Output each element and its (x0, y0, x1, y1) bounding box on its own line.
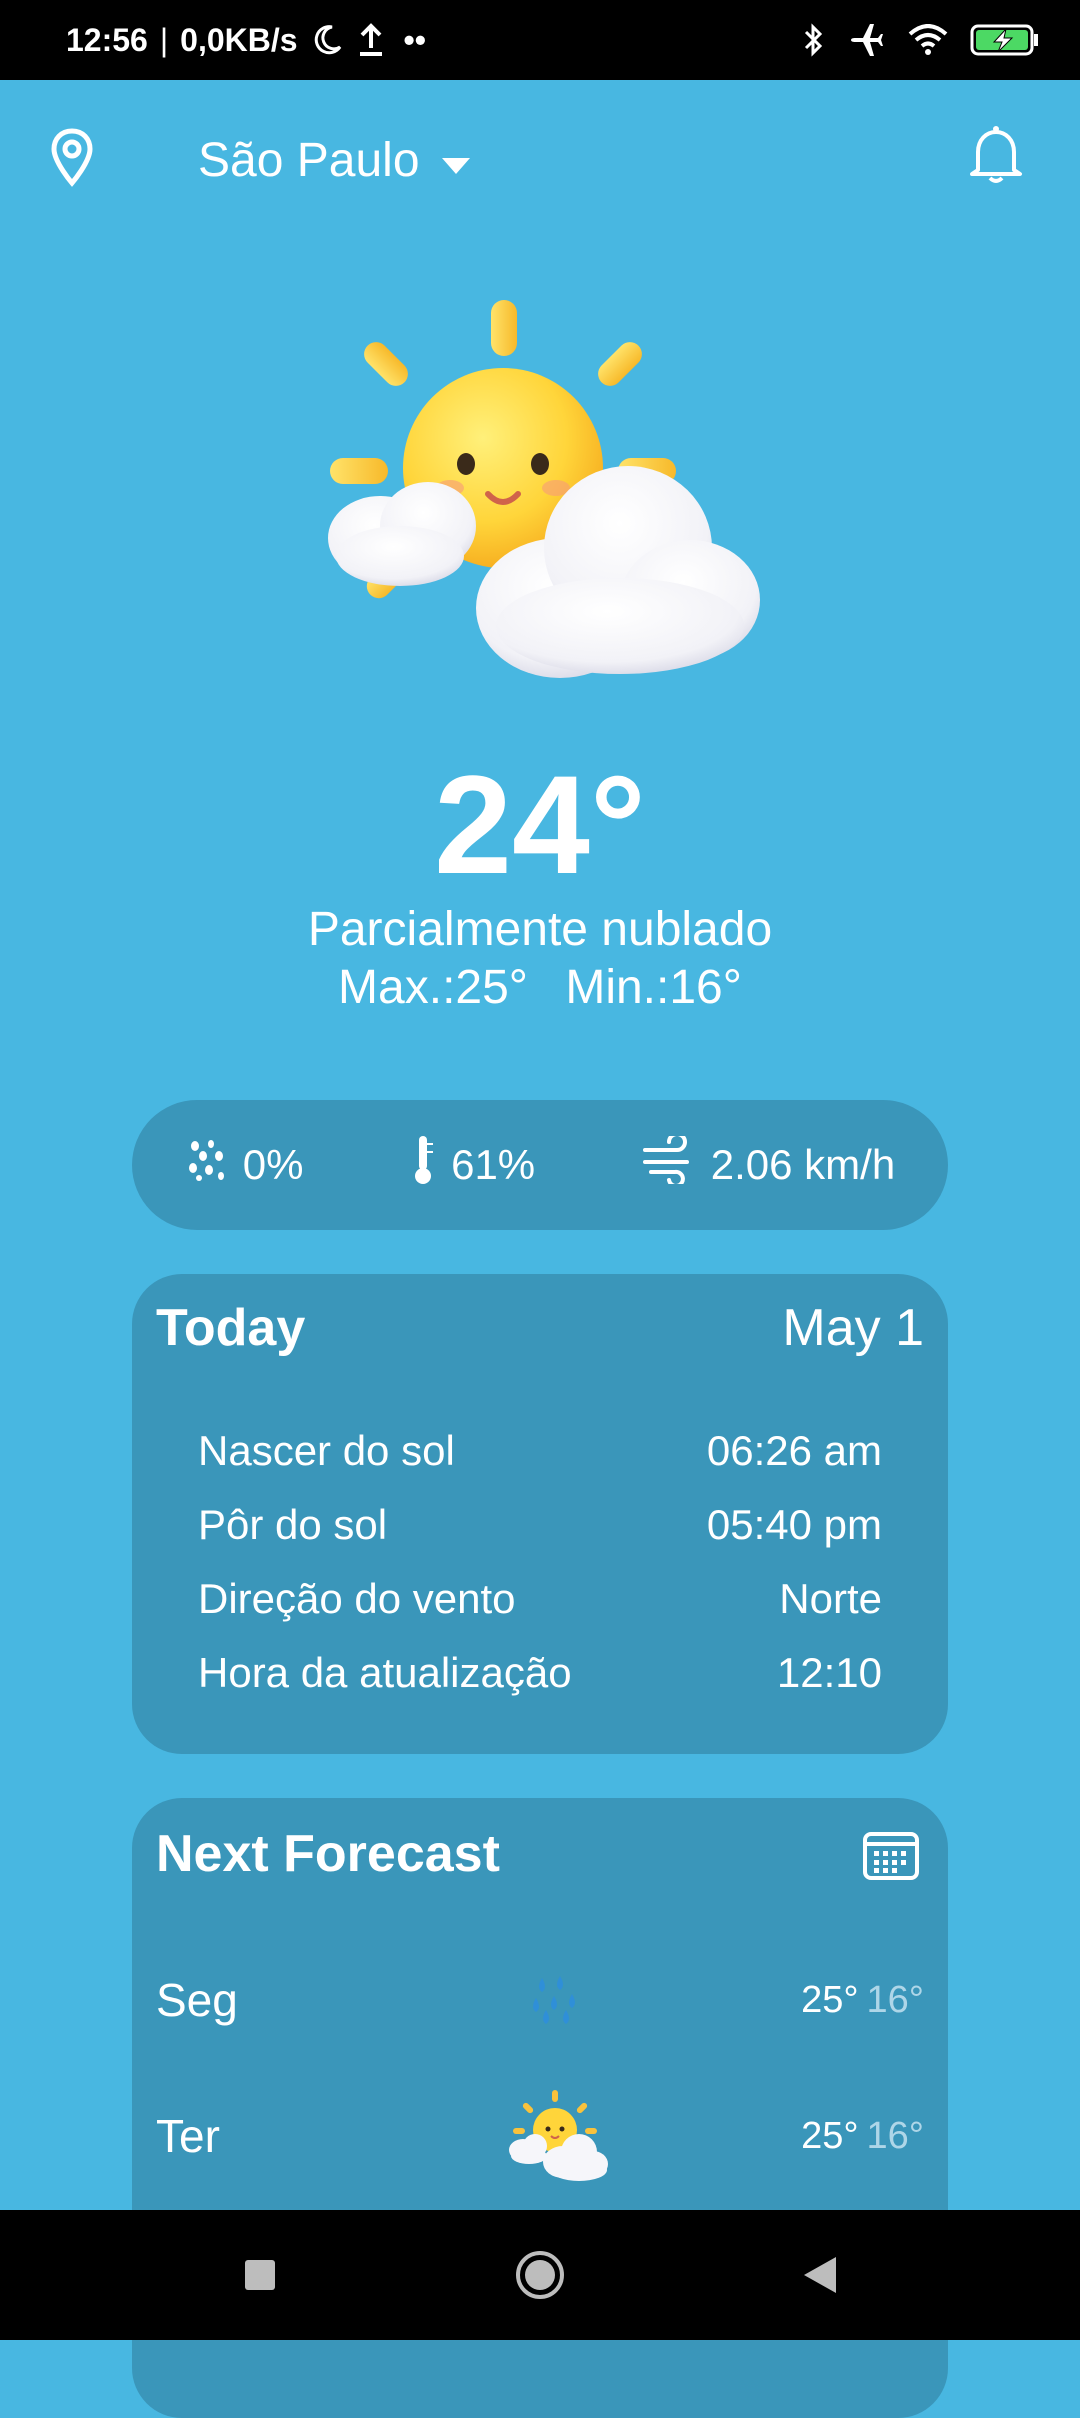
weather-condition: Parcialmente nublado (307, 903, 773, 956)
airplane-icon (848, 21, 886, 59)
min-max-temperature: Max.:25° Min.:16° (0, 958, 1080, 1018)
wind-value: 2.06 km/h (710, 1141, 896, 1188)
forecast-min: 16° (866, 2114, 924, 2157)
update-time-label: Hora da atualização (198, 1649, 572, 1696)
city-selector[interactable]: São Paulo (198, 120, 472, 200)
current-temperature: 24° (434, 746, 646, 903)
wind-direction-value: Norte (779, 1575, 882, 1622)
status-separator: | (159, 21, 169, 58)
forecast-row[interactable]: Seg 25° 16° (156, 1950, 924, 2050)
moon-icon (310, 23, 344, 57)
home-button[interactable] (510, 2245, 570, 2305)
rain-icon (185, 1138, 229, 1192)
humidity-stat: 61% (409, 1134, 535, 1196)
forecast-day: Ter (156, 2110, 220, 2162)
precipitation-value: 0% (242, 1141, 304, 1188)
city-name: São Paulo (198, 133, 420, 187)
wind-direction-row: Direção do vento Norte (198, 1562, 882, 1636)
dropdown-arrow-icon (440, 133, 472, 188)
wind-stat: 2.06 km/h (641, 1132, 896, 1194)
upload-icon (356, 22, 386, 58)
forecast-title: Next Forecast (156, 1825, 500, 1883)
status-dots: •• (403, 21, 426, 58)
forecast-temps: 25° 16° (656, 1979, 924, 2022)
recents-button[interactable] (230, 2245, 290, 2305)
wind-direction-label: Direção do vento (198, 1575, 516, 1622)
sunrise-value: 06:26 am (706, 1427, 882, 1474)
precipitation-stat: 0% (185, 1138, 304, 1192)
system-navigation-bar (0, 2210, 1080, 2340)
sun-with-clouds-icon (456, 2088, 656, 2184)
calendar-icon[interactable] (862, 1828, 922, 1884)
weather-stats: 0% 61% 2.06 km/h (132, 1100, 948, 1230)
forecast-row[interactable]: Ter 25° 16° (156, 2086, 924, 2186)
wind-icon (641, 1132, 697, 1194)
status-network-speed: 0,0KB/s (180, 21, 298, 58)
today-title: Today (156, 1299, 306, 1357)
bluetooth-icon (802, 22, 826, 58)
sunset-row: Pôr do sol 05:40 pm (198, 1488, 882, 1562)
sunset-value: 05:40 pm (706, 1501, 882, 1548)
min-temperature: Min.:16° (565, 961, 742, 1014)
forecast-max: 25° (801, 2114, 859, 2157)
humidity-value: 61% (451, 1141, 536, 1188)
forecast-min: 16° (866, 1978, 924, 2021)
thermometer-icon (409, 1134, 437, 1196)
today-date: May 1 (782, 1299, 924, 1357)
location-pin-icon[interactable] (50, 128, 106, 192)
status-bar: 12:56 | 0,0KB/s •• (0, 0, 1080, 80)
sun-with-clouds-icon (0, 290, 1080, 690)
today-card: Today May 1 Nascer do sol 06:26 am Pôr d… (132, 1274, 948, 1754)
back-button[interactable] (790, 2245, 850, 2305)
update-time-row: Hora da atualização 12:10 (198, 1636, 882, 1710)
wifi-icon (908, 24, 948, 56)
battery-charging-icon (970, 23, 1040, 57)
sunrise-label: Nascer do sol (198, 1427, 455, 1474)
forecast-day: Seg (156, 1974, 238, 2026)
sunset-label: Pôr do sol (198, 1501, 388, 1548)
header: São Paulo (0, 110, 1080, 210)
sunrise-row: Nascer do sol 06:26 am (198, 1414, 882, 1488)
forecast-max: 25° (801, 1978, 859, 2021)
status-time: 12:56 (66, 21, 148, 58)
forecast-temps: 25° 16° (656, 2115, 924, 2158)
update-time-value: 12:10 (776, 1649, 882, 1696)
max-temperature: Max.:25° (338, 961, 528, 1014)
bell-icon[interactable] (968, 124, 1032, 196)
rain-drops-icon (456, 1974, 656, 2026)
